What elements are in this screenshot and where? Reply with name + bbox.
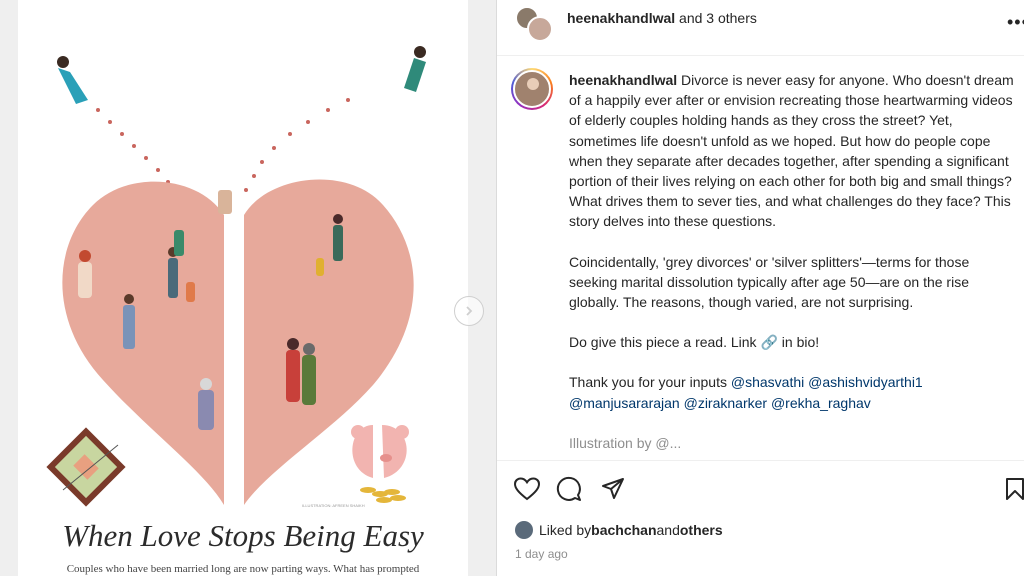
post-actions: Liked by bachchan and others 1 day ago bbox=[497, 460, 1024, 576]
caption-section: heenakhandlwal Divorce is never easy for… bbox=[497, 57, 1024, 459]
likes-middle: and bbox=[656, 522, 680, 538]
likes-others-link[interactable]: others bbox=[680, 522, 723, 538]
mention-link[interactable]: @rekha_raghav bbox=[771, 395, 871, 411]
liker-username-link[interactable]: bachchan bbox=[591, 522, 656, 538]
heart-icon bbox=[514, 477, 540, 501]
next-slide-button[interactable] bbox=[454, 296, 484, 326]
save-button[interactable] bbox=[1005, 475, 1024, 503]
author-username-link[interactable]: heenakhandlwal bbox=[567, 10, 675, 26]
mention-link[interactable]: @ziraknarker bbox=[684, 395, 767, 411]
post-details-panel: heenakhandlwal and 3 others ••• heenakha… bbox=[496, 0, 1024, 576]
broken-heart-illustration bbox=[46, 46, 426, 507]
share-icon bbox=[602, 478, 624, 499]
comment-button[interactable] bbox=[555, 475, 583, 503]
caption-username-link[interactable]: heenakhandlwal bbox=[569, 72, 677, 88]
illustration-subline: Couples who have been married long are n… bbox=[66, 563, 420, 575]
caption-paragraph: Coincidentally, 'grey divorces' or 'silv… bbox=[569, 253, 970, 311]
like-button[interactable] bbox=[513, 475, 541, 503]
post-header: heenakhandlwal and 3 others ••• bbox=[497, 0, 1024, 56]
caption-avatar[interactable] bbox=[511, 68, 553, 110]
avatar bbox=[527, 16, 553, 42]
more-horizontal-icon[interactable]: ••• bbox=[1007, 12, 1024, 33]
caption-body: Do give this piece a read. Link bbox=[569, 334, 761, 351]
chevron-right-icon bbox=[466, 306, 473, 316]
post-authors: heenakhandlwal and 3 others bbox=[567, 10, 757, 26]
caption-body: Thank you for your inputs bbox=[569, 374, 731, 391]
likes-prefix: Liked by bbox=[539, 522, 592, 538]
caption-text: heenakhandlwal Divorce is never easy for… bbox=[569, 70, 1017, 459]
author-others-link[interactable]: and 3 others bbox=[675, 10, 757, 26]
comment-icon bbox=[556, 476, 581, 501]
mention-link[interactable]: @ashishvidyarthi1 bbox=[808, 374, 923, 390]
caption-paragraph: Illustration by @... bbox=[569, 434, 682, 451]
caption-paragraph: Thank you for your inputs @shasvathi @as… bbox=[569, 372, 1017, 412]
caption-body: Divorce is never easy for anyone. Who do… bbox=[569, 72, 1014, 230]
avatar bbox=[515, 521, 533, 539]
illustration-credit: ILLUSTRATION: AFREEN SHAIKH bbox=[302, 503, 365, 508]
post-timestamp[interactable]: 1 day ago bbox=[515, 547, 568, 561]
caption-paragraph: Do give this piece a read. Link 🔗 in bio… bbox=[569, 332, 1017, 352]
caption-paragraph: heenakhandlwal Divorce is never easy for… bbox=[569, 70, 1017, 232]
illustration-headline: When Love Stops Being Easy bbox=[62, 518, 424, 553]
post-media: ILLUSTRATION: AFREEN SHAIKH When Love St… bbox=[0, 0, 496, 576]
likes-summary: Liked by bachchan and others bbox=[515, 519, 723, 541]
share-button[interactable] bbox=[599, 475, 627, 503]
link-icon: 🔗 bbox=[760, 334, 778, 351]
mention-link[interactable]: @shasvathi bbox=[731, 374, 804, 390]
caption-body: in bio! bbox=[777, 334, 820, 351]
bookmark-icon bbox=[1006, 478, 1024, 500]
mention-link[interactable]: @manjusararajan bbox=[569, 395, 680, 411]
avatar bbox=[513, 70, 551, 108]
illustration: ILLUSTRATION: AFREEN SHAIKH When Love St… bbox=[18, 0, 468, 576]
collab-avatars[interactable] bbox=[515, 6, 553, 44]
